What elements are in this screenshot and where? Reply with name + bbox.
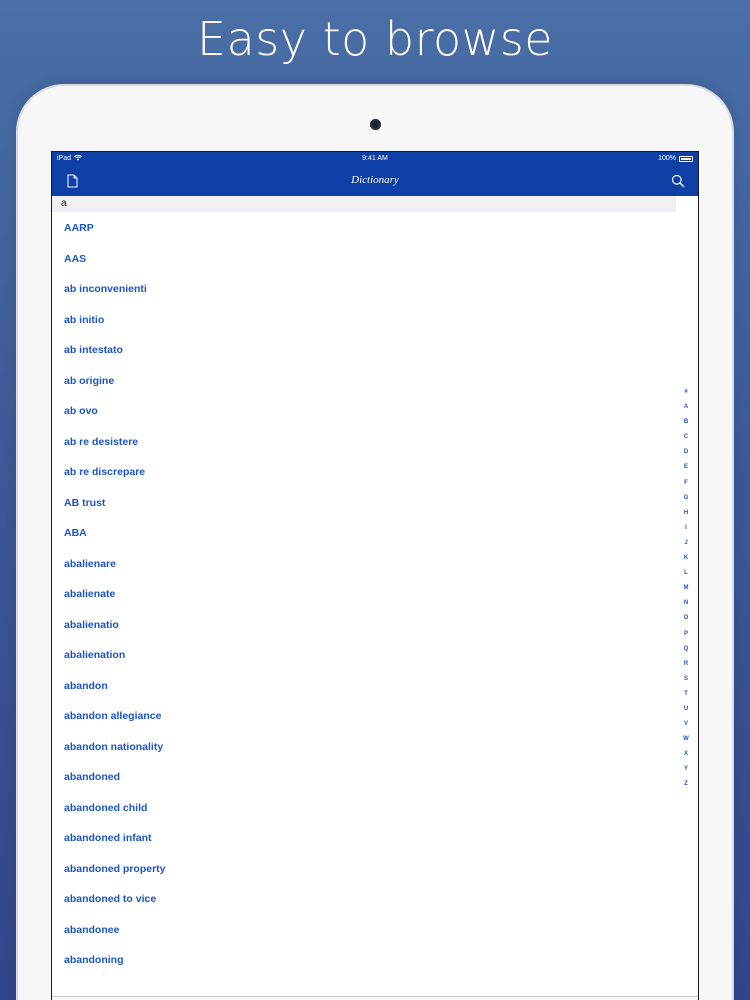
battery-icon — [679, 156, 693, 162]
list-item[interactable]: ab ovo — [52, 395, 676, 426]
index-letter[interactable]: F — [684, 476, 688, 491]
list-item[interactable]: abalienatio — [52, 609, 676, 640]
list-item[interactable]: ab intestato — [52, 334, 676, 365]
alphabet-index[interactable]: # A B C D E F G H I J K L M N O P Q R S T U V W X Y Z — [680, 385, 692, 793]
index-letter[interactable]: E — [684, 460, 688, 475]
list-item[interactable]: abandon allegiance — [52, 700, 676, 731]
headline: Easy to browse — [197, 12, 553, 66]
index-letter[interactable]: K — [684, 551, 688, 566]
screen: iPad 9:41 AM 100% Dictionary a AARP AAS … — [51, 151, 699, 1000]
index-letter[interactable]: B — [684, 415, 688, 430]
index-letter[interactable]: I — [685, 521, 687, 536]
index-letter[interactable]: # — [684, 385, 687, 400]
index-letter[interactable]: L — [684, 566, 688, 581]
list-item[interactable]: abandoned child — [52, 792, 676, 823]
index-letter[interactable]: H — [684, 506, 688, 521]
index-letter[interactable]: Z — [684, 777, 688, 792]
list-item[interactable]: abandoning — [52, 944, 676, 975]
page-title: Dictionary — [351, 174, 399, 186]
index-letter[interactable]: O — [684, 611, 689, 626]
status-time: 9:41 AM — [362, 155, 388, 162]
entry-list: AARP AAS ab inconvenienti ab initio ab intes… — [52, 212, 676, 975]
status-battery: 100% — [658, 152, 693, 166]
search-icon — [671, 174, 685, 188]
index-letter[interactable]: S — [684, 672, 688, 687]
list-item[interactable]: ABA — [52, 517, 676, 548]
list-item[interactable]: ab re desistere — [52, 426, 676, 457]
list-item[interactable]: ab initio — [52, 304, 676, 335]
index-letter[interactable]: C — [684, 430, 688, 445]
index-letter[interactable]: T — [684, 687, 688, 702]
tab-bar — [52, 996, 698, 1000]
index-letter[interactable]: N — [684, 596, 688, 611]
camera — [370, 119, 381, 130]
list-item[interactable]: abalienation — [52, 639, 676, 670]
search-button[interactable] — [669, 172, 687, 190]
index-letter[interactable]: X — [684, 747, 688, 762]
list-item[interactable]: abandoned property — [52, 853, 676, 884]
index-letter[interactable]: R — [684, 657, 688, 672]
list-item[interactable]: ab inconvenienti — [52, 273, 676, 304]
list-item[interactable]: abandoned to vice — [52, 883, 676, 914]
list-item[interactable]: abandonee — [52, 914, 676, 945]
navigation-bar: Dictionary — [52, 166, 698, 196]
list-item[interactable]: abalienare — [52, 548, 676, 579]
list-item[interactable]: abandoned — [52, 761, 676, 792]
battery-label: 100% — [658, 155, 676, 162]
list-item[interactable]: abandon nationality — [52, 731, 676, 762]
index-letter[interactable]: A — [684, 400, 688, 415]
ipad-frame: iPad 9:41 AM 100% Dictionary a AARP AAS … — [18, 86, 732, 1000]
list-item[interactable]: abalienate — [52, 578, 676, 609]
index-letter[interactable]: G — [684, 491, 689, 506]
index-letter[interactable]: M — [684, 581, 689, 596]
list-item[interactable]: ab origine — [52, 365, 676, 396]
index-letter[interactable]: Y — [684, 762, 688, 777]
list-item[interactable]: AB trust — [52, 487, 676, 518]
list-item[interactable]: ab re discrepare — [52, 456, 676, 487]
section-header: a — [52, 196, 676, 212]
index-letter[interactable]: W — [683, 732, 689, 747]
index-letter[interactable]: V — [684, 717, 688, 732]
list-item[interactable]: abandoned infant — [52, 822, 676, 853]
index-letter[interactable]: P — [684, 627, 688, 642]
index-letter[interactable]: U — [684, 702, 688, 717]
index-letter[interactable]: J — [684, 536, 687, 551]
status-bar: iPad 9:41 AM 100% — [52, 152, 698, 166]
list-item[interactable]: abandon — [52, 670, 676, 701]
index-letter[interactable]: Q — [684, 642, 689, 657]
list-item[interactable]: AAS — [52, 243, 676, 274]
index-letter[interactable]: D — [684, 445, 688, 460]
list-item[interactable]: AARP — [52, 212, 676, 243]
